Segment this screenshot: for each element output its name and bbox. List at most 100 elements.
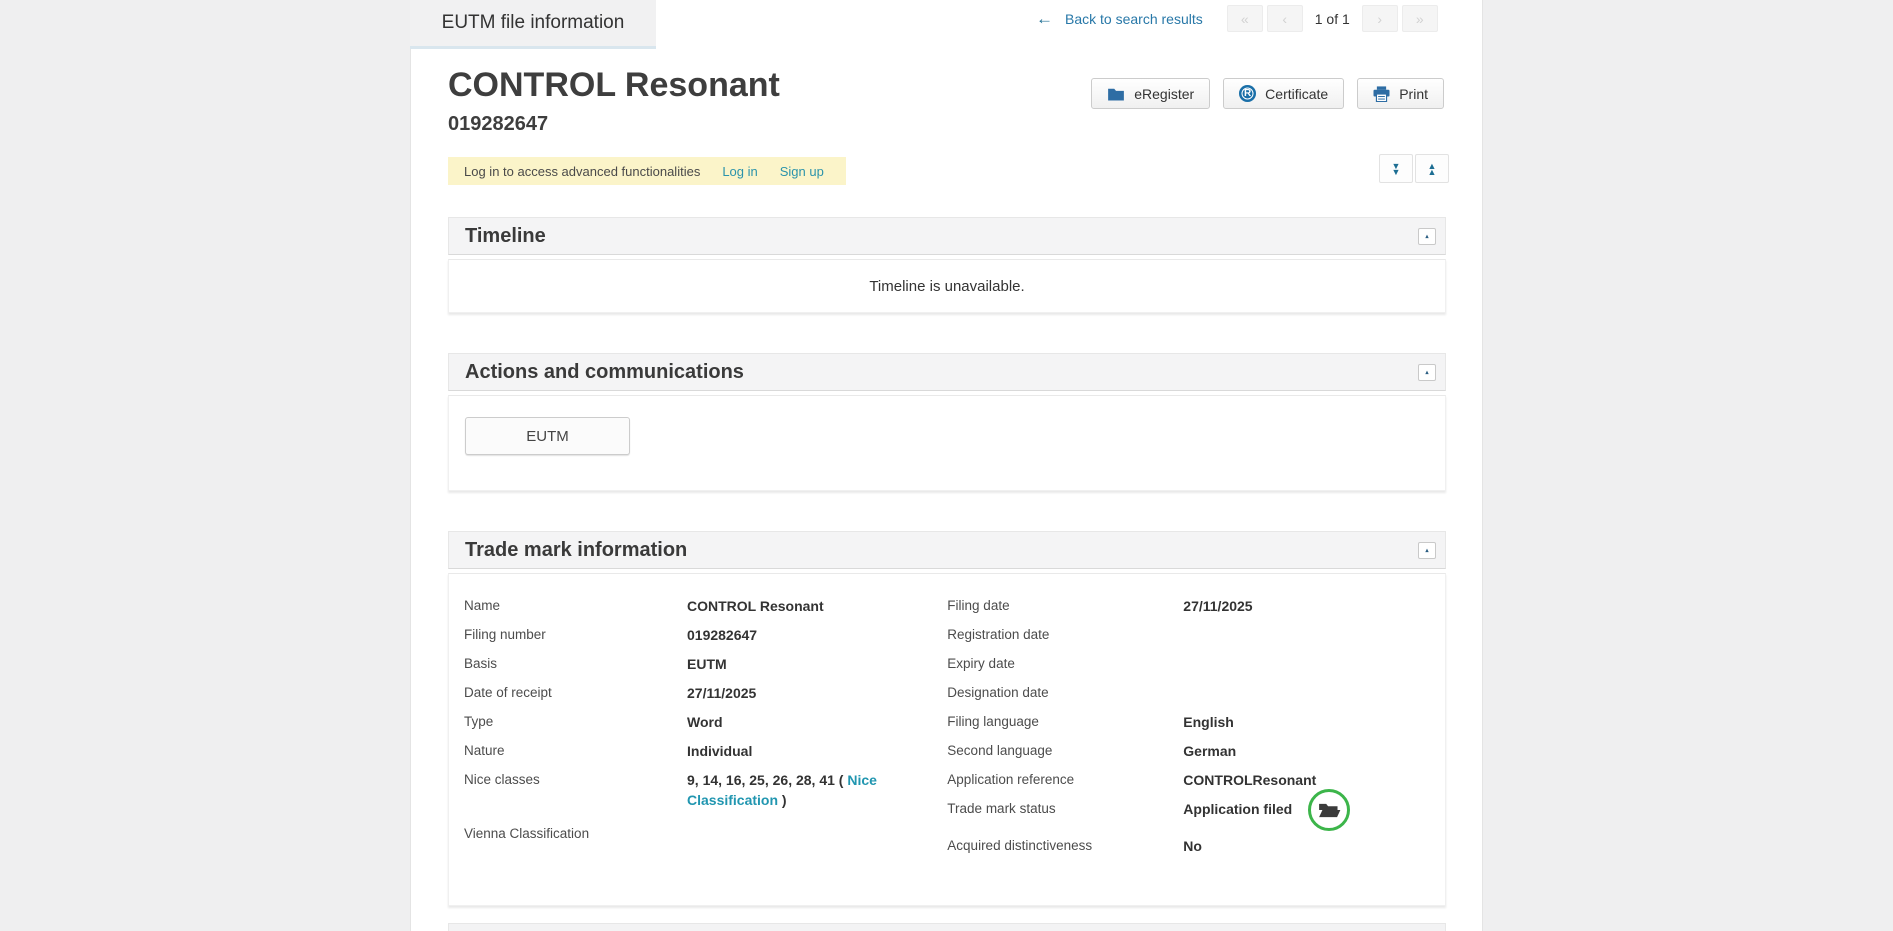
timeline-collapse-button[interactable]: ▴ [1418, 228, 1436, 245]
field-label: Nice classes [464, 770, 687, 790]
collapse-controls: ▼ ▼ ▲ ▲ [1379, 154, 1449, 183]
eregister-button[interactable]: eRegister [1091, 78, 1210, 109]
print-button[interactable]: Print [1357, 78, 1444, 109]
collapse-all-button[interactable]: ▲ ▲ [1415, 154, 1449, 183]
field-value: 019282647 [687, 625, 905, 645]
field-row-date-of-receipt: Date of receipt 27/11/2025 [464, 683, 937, 703]
trademark-left-column: Name CONTROL Resonant Filing number 0192… [464, 596, 937, 865]
trademark-collapse-button[interactable]: ▴ [1418, 542, 1436, 559]
trademark-right-column: Filing date 27/11/2025 Registration date… [937, 596, 1445, 865]
field-value: German [1183, 741, 1401, 761]
field-row-nice-classes: Nice classes 9, 14, 16, 25, 26, 28, 41 (… [464, 770, 937, 810]
field-row-expiry-date: Expiry date [947, 654, 1445, 674]
field-label: Application reference [947, 770, 1183, 790]
previous-result-button[interactable]: ‹ [1267, 5, 1303, 32]
field-label: Second language [947, 741, 1183, 761]
field-row-name: Name CONTROL Resonant [464, 596, 937, 616]
timeline-section-header: Timeline ▴ [448, 217, 1446, 255]
nice-classes-value: 9, 14, 16, 25, 26, 28, 41 ( [687, 772, 843, 788]
field-value: 27/11/2025 [1183, 596, 1401, 616]
field-row-vienna-classification: Vienna Classification [464, 824, 937, 844]
field-label: Acquired distinctiveness [947, 836, 1183, 856]
trademark-section: Trade mark information ▴ Name CONTROL Re… [448, 531, 1446, 906]
field-row-trademark-status: Trade mark status Application filed [947, 799, 1445, 819]
tab-eutm-file-information[interactable]: EUTM file information [410, 0, 656, 49]
field-row-acquired-distinctiveness: Acquired distinctiveness No [947, 836, 1445, 856]
field-label: Basis [464, 654, 687, 674]
registered-icon: R [1239, 85, 1256, 102]
field-label: Name [464, 596, 687, 616]
field-row-designation-date: Designation date [947, 683, 1445, 703]
nice-classes-suffix: ) [782, 792, 787, 808]
field-row-nature: Nature Individual [464, 741, 937, 761]
field-row-second-language: Second language German [947, 741, 1445, 761]
timeline-section-title: Timeline [465, 225, 546, 248]
timeline-section: Timeline ▴ Timeline is unavailable. [448, 217, 1446, 313]
actions-section-title: Actions and communications [465, 361, 744, 384]
collapse-triangle-icon: ▴ [1425, 233, 1428, 240]
expand-all-button[interactable]: ▼ ▼ [1379, 154, 1413, 183]
collapse-triangle-icon: ▴ [1425, 547, 1428, 554]
back-arrow-icon: ← [1036, 9, 1053, 29]
document-actions: eRegister R Certificate Print [1091, 78, 1444, 109]
field-value: CONTROLResonant [1183, 770, 1401, 790]
main-panel: EUTM file information ← Back to search r… [410, 0, 1483, 931]
actions-section-header: Actions and communications ▴ [448, 353, 1446, 391]
field-row-basis: Basis EUTM [464, 654, 937, 674]
field-row-filing-language: Filing language English [947, 712, 1445, 732]
actions-body: EUTM [448, 395, 1446, 491]
printer-icon [1373, 86, 1390, 102]
next-result-button[interactable]: › [1362, 5, 1398, 32]
actions-section: Actions and communications ▴ EUTM [448, 353, 1446, 491]
trademark-section-header: Trade mark information ▴ [448, 531, 1446, 569]
field-label: Trade mark status [947, 799, 1183, 819]
field-row-registration-date: Registration date [947, 625, 1445, 645]
timeline-body: Timeline is unavailable. [448, 259, 1446, 313]
collapse-triangle-icon: ▴ [1425, 369, 1428, 376]
field-label: Registration date [947, 625, 1183, 645]
field-row-filing-date: Filing date 27/11/2025 [947, 596, 1445, 616]
eutm-tab-button[interactable]: EUTM [465, 417, 630, 455]
tab-row: EUTM file information ← Back to search r… [411, 0, 1482, 55]
field-value: 9, 14, 16, 25, 26, 28, 41 ( Nice Classif… [687, 770, 905, 810]
field-label: Vienna Classification [464, 824, 687, 844]
actions-collapse-button[interactable]: ▴ [1418, 364, 1436, 381]
print-button-label: Print [1399, 86, 1428, 102]
certificate-button[interactable]: R Certificate [1223, 78, 1344, 109]
log-in-link[interactable]: Log in [722, 164, 757, 179]
field-value: No [1183, 836, 1401, 856]
trademark-body: Name CONTROL Resonant Filing number 0192… [448, 573, 1446, 906]
field-row-application-reference: Application reference CONTROLResonant [947, 770, 1445, 790]
field-label: Filing number [464, 625, 687, 645]
trademark-detail-grid: Name CONTROL Resonant Filing number 0192… [449, 596, 1445, 865]
next-section-header-partial [448, 923, 1446, 931]
field-value: Application filed [1183, 799, 1401, 819]
chevron-up-icon: ▲ [1428, 169, 1437, 175]
field-row-filing-number: Filing number 019282647 [464, 625, 937, 645]
field-value: English [1183, 712, 1401, 732]
field-label: Date of receipt [464, 683, 687, 703]
result-pager: « ‹ 1 of 1 › » [1227, 5, 1438, 32]
back-to-search-link[interactable]: Back to search results [1065, 11, 1203, 27]
field-label: Type [464, 712, 687, 732]
field-value: Individual [687, 741, 905, 761]
status-application-filed-icon [1308, 789, 1350, 831]
field-label: Filing date [947, 596, 1183, 616]
timeline-empty-message: Timeline is unavailable. [869, 278, 1024, 295]
field-value: 27/11/2025 [687, 683, 905, 703]
trademark-number: 019282647 [448, 112, 1482, 136]
eregister-button-label: eRegister [1134, 86, 1194, 102]
certificate-button-label: Certificate [1265, 86, 1328, 102]
field-row-type: Type Word [464, 712, 937, 732]
field-label: Nature [464, 741, 687, 761]
trademark-section-title: Trade mark information [465, 539, 687, 562]
field-value: CONTROL Resonant [687, 596, 905, 616]
login-banner-message: Log in to access advanced functionalitie… [464, 164, 700, 179]
sign-up-link[interactable]: Sign up [780, 164, 824, 179]
last-result-button[interactable]: » [1402, 5, 1438, 32]
top-navigation: ← Back to search results « ‹ 1 of 1 › » [1036, 5, 1438, 32]
field-label: Filing language [947, 712, 1183, 732]
trademark-status-value: Application filed [1183, 801, 1292, 817]
first-result-button[interactable]: « [1227, 5, 1263, 32]
chevron-down-icon: ▼ [1392, 169, 1401, 175]
